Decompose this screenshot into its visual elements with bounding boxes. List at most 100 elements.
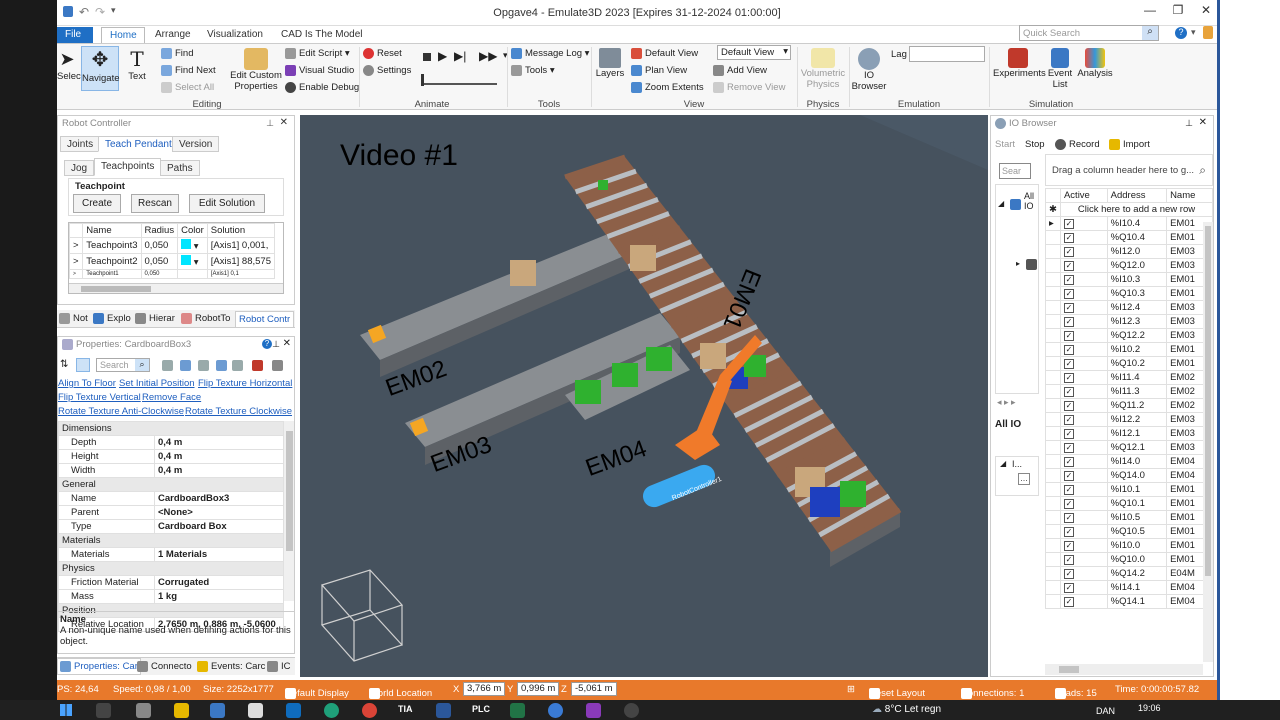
color-swatch[interactable]	[181, 239, 192, 249]
table-row[interactable]: ✓ %I11.3 EM02	[1045, 384, 1213, 399]
property-row[interactable]: Materials 1 Materials	[58, 547, 284, 562]
outlook-icon[interactable]	[286, 703, 301, 718]
properties-search-input[interactable]: Search ⌕	[96, 358, 150, 372]
table-row[interactable]: > Teachpoint2 0,050 ▾ [Axis1] 88,575	[69, 253, 276, 270]
notepad-icon[interactable]	[248, 703, 263, 718]
active-checkbox[interactable]: ✓	[1063, 471, 1074, 481]
active-checkbox[interactable]: ✓	[1063, 317, 1074, 327]
search-icon[interactable]: ⌕	[1199, 163, 1206, 178]
active-checkbox[interactable]: ✓	[1063, 527, 1074, 537]
tab-robot-tools[interactable]: RobotTo	[181, 313, 230, 324]
windows-start-icon[interactable]	[60, 704, 72, 716]
io-row-header[interactable]	[1045, 188, 1061, 203]
active-checkbox[interactable]: ✓	[1063, 289, 1074, 299]
table-row[interactable]: ✓ %I11.4 EM02	[1045, 370, 1213, 385]
3d-viewport[interactable]: ⊥	[300, 115, 988, 677]
speed-slider-thumb[interactable]	[421, 74, 424, 86]
remove-face-link[interactable]: Remove Face	[142, 392, 201, 403]
expand-icon[interactable]: ▸	[1016, 259, 1020, 268]
table-row[interactable]: ✓ %Q10.1 EM01	[1045, 496, 1213, 511]
column-color[interactable]: Color	[177, 223, 208, 238]
property-category[interactable]: General	[58, 477, 284, 492]
tia-portal-icon[interactable]: TIA	[398, 704, 413, 714]
active-checkbox[interactable]: ✓	[1063, 499, 1074, 509]
pin-icon[interactable]: ⊥	[1185, 118, 1193, 129]
table-row[interactable]: ✓ %Q12.2 EM03	[1045, 328, 1213, 343]
tab-robot-controller[interactable]: Robot Contr	[235, 311, 295, 328]
table-row[interactable]: ✓ %I10.1 EM01	[1045, 482, 1213, 497]
table-row[interactable]: ✓ %I12.3 EM03	[1045, 314, 1213, 329]
flip-texture-vertical-link[interactable]: Flip Texture Vertical	[58, 392, 141, 403]
tree-nav[interactable]: ◂ ▸ ▸	[997, 397, 1016, 408]
tool-icon[interactable]	[198, 360, 209, 371]
active-checkbox[interactable]: ✓	[1063, 443, 1074, 453]
property-row[interactable]: Height 0,4 m	[58, 449, 284, 464]
vertical-scrollbar[interactable]	[284, 421, 294, 601]
scrollbar-thumb[interactable]	[286, 431, 293, 551]
edit-solution-button[interactable]: Edit Solution	[189, 194, 265, 213]
expand-icon[interactable]: ◢	[1000, 459, 1006, 468]
message-log-button[interactable]: Message Log ▾	[511, 48, 589, 59]
tool-icon[interactable]	[180, 360, 191, 371]
active-checkbox[interactable]: ✓	[1063, 541, 1074, 551]
table-row[interactable]: > Teachpoint1 0,050 [Axis1] 0,1	[69, 269, 276, 279]
tools-button[interactable]: Tools ▾	[511, 65, 555, 76]
create-button[interactable]: Create	[73, 194, 121, 213]
edit-script-button[interactable]: Edit Script ▾	[285, 48, 350, 59]
rotate-texture-clockwise-link[interactable]: Rotate Texture Clockwise	[185, 406, 292, 417]
fast-forward-icon[interactable]: ▶▶	[479, 49, 497, 63]
tab-teach-pendant[interactable]: Teach Pendant	[98, 136, 179, 152]
table-row[interactable]: ✓ %Q10.2 EM01	[1045, 356, 1213, 371]
property-row[interactable]: Depth 0,4 m	[58, 435, 284, 450]
view-select[interactable]: Default View ▾	[717, 45, 791, 60]
property-row[interactable]: Parent <None>	[58, 505, 284, 520]
active-checkbox[interactable]: ✓	[1063, 457, 1074, 467]
table-row[interactable]: ✓ %I12.1 EM03	[1045, 426, 1213, 441]
expand-icon[interactable]: ◢	[998, 199, 1004, 208]
table-row[interactable]: > Teachpoint3 0,050 ▾ [Axis1] 0,001,	[69, 237, 276, 254]
settings-button[interactable]: Settings	[363, 65, 411, 76]
help-icon[interactable]: ?	[1175, 27, 1187, 39]
volumetric-physics-button[interactable]: Volumetric Physics	[799, 48, 847, 90]
tab-cad-is-the-model[interactable]: CAD Is The Model	[273, 27, 371, 43]
remove-view-button[interactable]: Remove View	[713, 82, 785, 93]
zoom-extents-button[interactable]: Zoom Extents	[631, 82, 704, 93]
word-icon[interactable]	[436, 703, 451, 718]
emulate3d-icon[interactable]	[548, 703, 563, 718]
column-radius[interactable]: Radius	[140, 223, 179, 238]
align-to-floor-link[interactable]: Align To Floor	[58, 378, 116, 389]
file-explorer-icon[interactable]	[174, 703, 189, 718]
help-dropdown-icon[interactable]: ▾	[1191, 27, 1196, 38]
property-row[interactable]: Name CardboardBox3	[58, 491, 284, 506]
active-checkbox[interactable]: ✓	[1063, 219, 1074, 229]
add-view-button[interactable]: Add View	[713, 65, 767, 76]
media-player-icon[interactable]	[624, 703, 639, 718]
plcsim-icon[interactable]: PLC	[472, 704, 490, 714]
table-row[interactable]: ✓ %I10.2 EM01	[1045, 342, 1213, 357]
scrollbar-thumb[interactable]	[1205, 226, 1211, 576]
close-button[interactable]: ✕	[1193, 3, 1217, 21]
table-row[interactable]: ✓ %I12.2 EM03	[1045, 412, 1213, 427]
reset-button[interactable]: Reset	[363, 48, 402, 59]
weather-widget[interactable]: ☁ 8°C Let regn	[872, 704, 941, 715]
table-row[interactable]: ✓ %Q14.0 EM04	[1045, 468, 1213, 483]
close-icon[interactable]: ✕	[280, 117, 288, 128]
experiments-button[interactable]: Experiments	[993, 48, 1046, 79]
column-name[interactable]: Name	[1166, 188, 1213, 203]
set-initial-position-link[interactable]: Set Initial Position	[119, 378, 195, 389]
lag-input[interactable]	[909, 46, 985, 62]
table-row[interactable]: ✓ %I10.0 EM01	[1045, 538, 1213, 553]
table-row[interactable]: ✓ %Q12.1 EM03	[1045, 440, 1213, 455]
stop-icon[interactable]	[423, 53, 431, 61]
property-row[interactable]: Type Cardboard Box	[58, 519, 284, 534]
flip-texture-horizontal-link[interactable]: Flip Texture Horizontal	[198, 378, 292, 389]
tree-item[interactable]: I...	[1012, 459, 1022, 469]
table-row[interactable]: ✓ %Q12.0 EM03	[1045, 258, 1213, 273]
tab-properties[interactable]: Properties: Car	[57, 658, 141, 676]
text-button[interactable]: T Text	[125, 47, 149, 82]
app-icon[interactable]	[136, 703, 151, 718]
chrome-icon[interactable]	[362, 703, 377, 718]
color-swatch[interactable]	[181, 255, 192, 265]
edge-icon[interactable]	[324, 703, 339, 718]
select-button[interactable]: ➤ Select	[57, 47, 83, 82]
